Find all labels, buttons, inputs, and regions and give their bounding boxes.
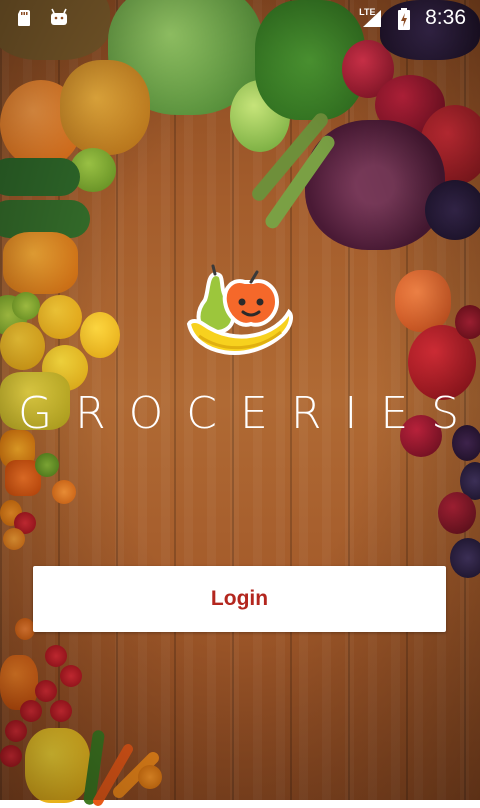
status-bar: LTE 8:36 <box>0 0 480 36</box>
battery-charging-icon <box>397 8 411 30</box>
signal-icon: LTE <box>359 7 383 28</box>
status-time: 8:36 <box>425 6 466 29</box>
android-icon <box>48 8 68 28</box>
sd-card-icon <box>14 8 34 28</box>
fruit-logo-icon <box>185 262 295 367</box>
app-brand-title: GROCERIES <box>18 388 480 439</box>
login-button[interactable]: Login <box>33 566 446 632</box>
network-type-label: LTE <box>359 7 376 17</box>
